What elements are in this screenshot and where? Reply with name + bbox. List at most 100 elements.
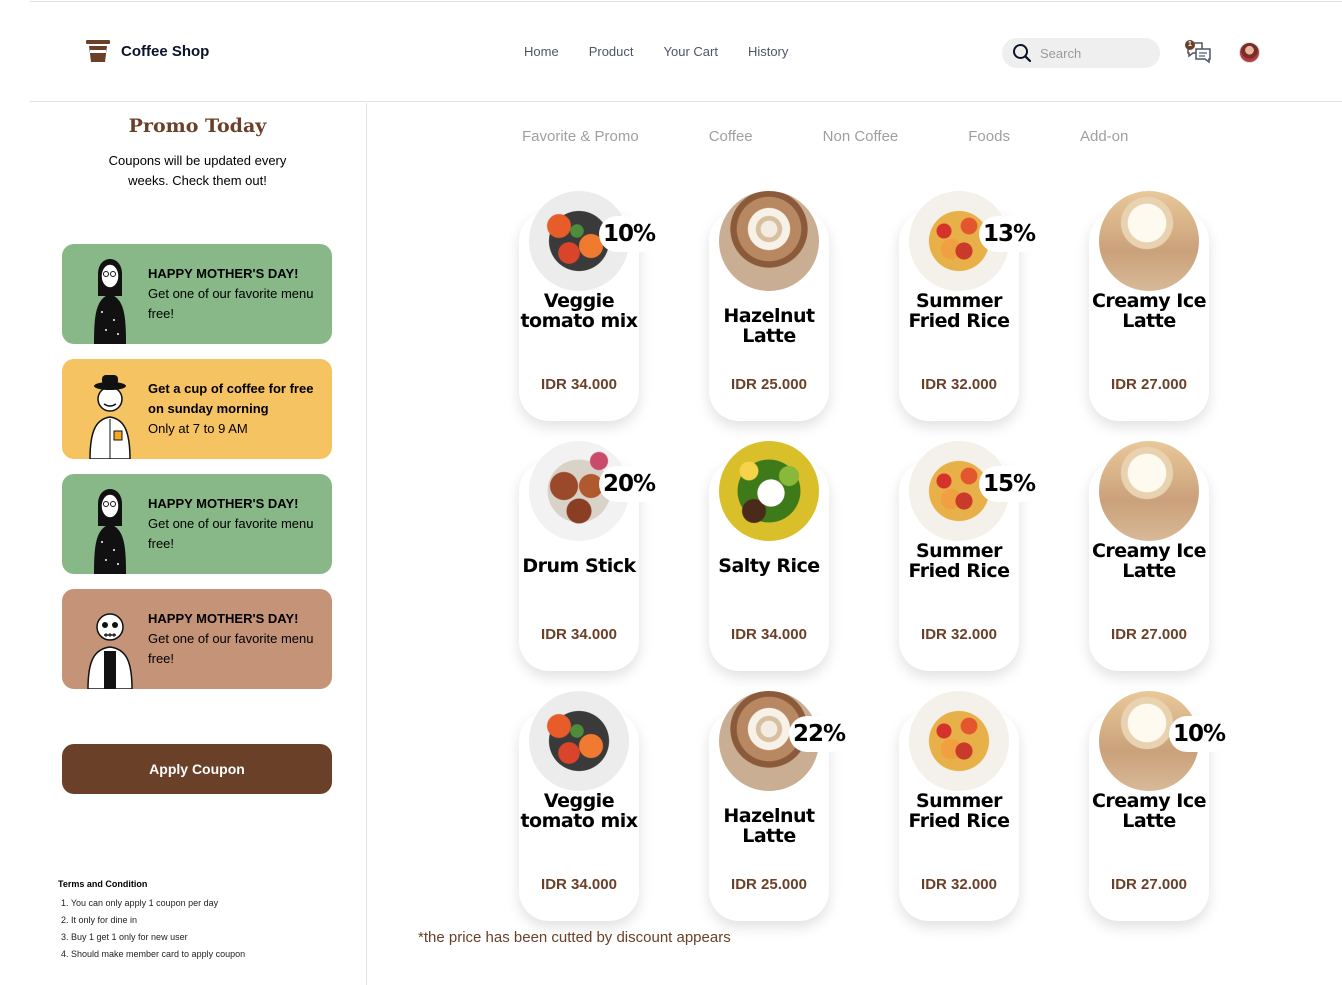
nav-home[interactable]: Home — [524, 44, 559, 59]
coupon-body: Only at 7 to 9 AM — [148, 421, 248, 436]
tab-non-coffee[interactable]: Non Coffee — [823, 128, 899, 145]
search-box — [1002, 38, 1160, 68]
tab-add-on[interactable]: Add-on — [1080, 128, 1128, 145]
coupon-headline: Get a cup of coffee for free on sunday m… — [148, 381, 314, 416]
product-card[interactable]: Veggie tomato mix IDR 34.000 — [519, 691, 639, 921]
logo[interactable]: Coffee Shop — [85, 38, 209, 64]
coupon-card[interactable]: HAPPY MOTHER'S DAY! Get one of our favor… — [62, 474, 332, 574]
coupon-headline: HAPPY MOTHER'S DAY! — [148, 496, 299, 511]
tab-favorite-promo[interactable]: Favorite & Promo — [522, 128, 639, 145]
product-card[interactable]: Summer Fried Rice IDR 32.000 — [899, 691, 1019, 921]
chat-button[interactable]: 1 — [1185, 40, 1213, 64]
nav-history[interactable]: History — [748, 44, 788, 59]
product-image — [1099, 191, 1199, 291]
product-card[interactable]: Drum Stick IDR 34.000 20% — [519, 441, 659, 671]
product-name: Summer Fried Rice — [908, 540, 1010, 582]
product-price: IDR 27.000 — [1111, 376, 1187, 393]
product-price: IDR 34.000 — [541, 626, 617, 643]
promo-title: Promo Today — [128, 115, 267, 137]
product-name: Veggie tomato mix — [520, 290, 638, 332]
product-price: IDR 27.000 — [1111, 876, 1187, 893]
product-name: Creamy Ice Latte — [1091, 540, 1207, 582]
product-card[interactable]: Creamy Ice Latte IDR 27.000 10% — [1089, 691, 1229, 921]
nav-product[interactable]: Product — [589, 44, 634, 59]
product-name: Summer Fried Rice — [908, 790, 1010, 832]
product-price: IDR 32.000 — [921, 376, 997, 393]
woman-illustration-icon — [94, 489, 126, 574]
product-name: Salty Rice — [718, 555, 820, 577]
product-image — [719, 191, 819, 291]
product-name: Creamy Ice Latte — [1091, 290, 1207, 332]
product-card[interactable]: Summer Fried Rice IDR 32.000 13% — [899, 191, 1039, 421]
coupon-body: Get one of our favorite menu free! — [148, 516, 314, 551]
coupon-body: Get one of our favorite menu free! — [148, 631, 314, 666]
nav-your-cart[interactable]: Your Cart — [664, 44, 718, 59]
product-card[interactable]: Creamy Ice Latte IDR 27.000 — [1089, 191, 1209, 421]
product-image — [909, 691, 1009, 791]
coupon-card[interactable]: Get a cup of coffee for free on sunday m… — [62, 359, 332, 459]
discount-badge: 22% — [789, 716, 849, 752]
product-image — [529, 691, 629, 791]
coupon-card[interactable]: HAPPY MOTHER'S DAY! Get one of our favor… — [62, 244, 332, 344]
promo-sidebar: Promo Today Coupons will be updated ever… — [30, 103, 367, 985]
product-price: IDR 34.000 — [541, 876, 617, 893]
coupon-text: HAPPY MOTHER'S DAY! Get one of our favor… — [148, 609, 328, 669]
coupon-text: HAPPY MOTHER'S DAY! Get one of our favor… — [148, 264, 328, 324]
terms-item: 4. Should make member card to apply coup… — [61, 949, 246, 959]
product-card[interactable]: Veggie tomato mix IDR 34.000 10% — [519, 191, 659, 421]
skull-man-illustration-icon — [87, 613, 133, 689]
search-icon — [1013, 44, 1032, 63]
product-card[interactable]: Salty Rice IDR 34.000 — [709, 441, 829, 671]
product-price: IDR 32.000 — [921, 626, 997, 643]
discount-badge: 20% — [599, 466, 659, 502]
terms-title: Terms and Condition — [58, 879, 148, 889]
terms-item: 1. You can only apply 1 coupon per day — [61, 898, 219, 908]
promo-subtitle: Coupons will be updated every weeks. Che… — [108, 153, 287, 188]
main-nav: Home Product Your Cart History — [524, 44, 818, 59]
product-price: IDR 25.000 — [731, 376, 807, 393]
product-card[interactable]: Hazelnut Latte IDR 25.000 22% — [709, 691, 849, 921]
header: Coffee Shop Home Product Your Cart Histo… — [30, 2, 1342, 102]
product-name: Hazelnut Latte — [723, 805, 815, 847]
product-card[interactable]: Creamy Ice Latte IDR 27.000 — [1089, 441, 1209, 671]
product-name: Creamy Ice Latte — [1091, 790, 1207, 832]
product-name: Drum Stick — [522, 555, 636, 577]
apply-coupon-button[interactable]: Apply Coupon — [62, 744, 332, 794]
terms-and-conditions: Terms and Condition 1. You can only appl… — [58, 879, 358, 963]
discount-badge: 10% — [599, 216, 659, 252]
tab-coffee[interactable]: Coffee — [709, 128, 753, 145]
tab-foods[interactable]: Foods — [968, 128, 1010, 145]
category-tabs: Favorite & Promo Coffee Non Coffee Foods… — [522, 128, 1198, 145]
coupon-text: HAPPY MOTHER'S DAY! Get one of our favor… — [148, 494, 328, 554]
product-price: IDR 25.000 — [731, 876, 807, 893]
product-image — [1099, 441, 1199, 541]
product-card[interactable]: Hazelnut Latte IDR 25.000 — [709, 191, 829, 421]
coupon-headline: HAPPY MOTHER'S DAY! — [148, 266, 299, 281]
product-price: IDR 34.000 — [731, 626, 807, 643]
product-card[interactable]: Summer Fried Rice IDR 32.000 15% — [899, 441, 1039, 671]
product-image — [719, 441, 819, 541]
product-price: IDR 34.000 — [541, 376, 617, 393]
coffee-cup-icon — [86, 40, 110, 62]
product-name: Hazelnut Latte — [723, 305, 815, 347]
product-name: Veggie tomato mix — [520, 790, 638, 832]
woman-illustration-icon — [94, 259, 126, 344]
terms-item: 2. It only for dine in — [61, 915, 138, 925]
discount-badge: 15% — [979, 466, 1039, 502]
discount-badge: 13% — [979, 216, 1039, 252]
product-price: IDR 32.000 — [921, 876, 997, 893]
avatar[interactable] — [1239, 42, 1260, 63]
notification-badge: 1 — [1185, 40, 1195, 50]
product-name: Summer Fried Rice — [908, 290, 1010, 332]
coupon-text: Get a cup of coffee for free on sunday m… — [148, 379, 328, 439]
coupon-card[interactable]: HAPPY MOTHER'S DAY! Get one of our favor… — [62, 589, 332, 689]
product-price: IDR 27.000 — [1111, 626, 1187, 643]
page: Coffee Shop Home Product Your Cart Histo… — [0, 0, 1342, 985]
search-input[interactable] — [1040, 45, 1150, 61]
discount-badge: 10% — [1169, 716, 1229, 752]
coupon-headline: HAPPY MOTHER'S DAY! — [148, 611, 299, 626]
man-with-coffee-illustration-icon — [89, 375, 131, 459]
price-footnote: *the price has been cutted by discount a… — [418, 929, 731, 946]
app-title: Coffee Shop — [121, 42, 210, 60]
coupon-body: Get one of our favorite menu free! — [148, 286, 314, 321]
